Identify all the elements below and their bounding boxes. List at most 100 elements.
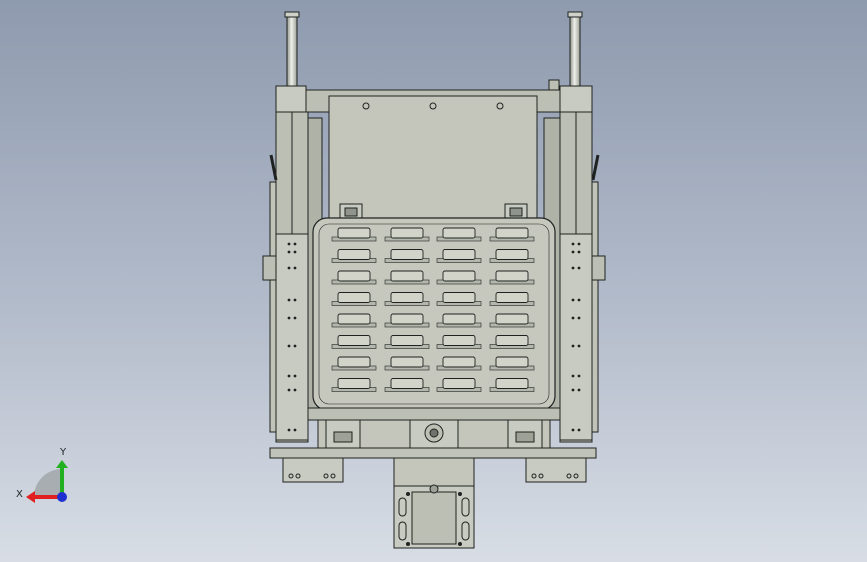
tray-slot <box>384 313 430 328</box>
carriage-bolt <box>287 266 291 270</box>
motor-bolt-br <box>458 542 462 546</box>
carriage-bolt <box>571 250 575 254</box>
carriage-bolt <box>577 266 581 270</box>
tray-slot <box>384 249 430 263</box>
carriage-bolt <box>293 316 297 320</box>
z-axis-dot <box>57 492 67 502</box>
carriage-bolt <box>571 388 575 392</box>
carriage-bolt <box>577 344 581 348</box>
tray-slot <box>436 356 482 371</box>
carriage-bolt <box>293 242 297 246</box>
carriage-bolt <box>287 250 291 254</box>
carriage-bolt <box>571 298 575 302</box>
carriage-bolt <box>577 316 581 320</box>
carriage-bolt <box>571 316 575 320</box>
carriage-bolt <box>293 250 297 254</box>
left-base-foot[interactable] <box>282 457 344 483</box>
left-handle-lever[interactable] <box>269 154 278 181</box>
tray-slot <box>384 270 430 285</box>
triad-x-label: X <box>16 489 23 500</box>
right-clamp-pad-inner <box>509 207 523 217</box>
coordinate-triad[interactable]: Y X <box>16 447 68 503</box>
carriage-bolt <box>287 428 291 432</box>
right-clamp-tab <box>591 255 606 281</box>
carriage-bolt <box>287 242 291 246</box>
carriage-bolt <box>293 266 297 270</box>
left-foot-detail <box>333 431 353 443</box>
tray-slot <box>436 292 482 306</box>
left-clamp-tab <box>262 255 277 281</box>
tray-slot <box>384 335 430 349</box>
tray-slot <box>436 270 482 285</box>
right-base-foot[interactable] <box>525 457 587 483</box>
tray-slot <box>489 270 535 285</box>
tray-slot <box>489 227 535 242</box>
left-guide-rod[interactable] <box>286 13 298 93</box>
motor-bolt-tl <box>406 492 410 496</box>
right-foot-detail <box>515 431 535 443</box>
motor-face <box>411 491 457 545</box>
tray-slot <box>489 335 535 349</box>
carriage-bolt <box>577 388 581 392</box>
tray-slot <box>331 335 377 349</box>
top-small-bracket <box>548 79 560 91</box>
carriage-bolt <box>571 266 575 270</box>
carriage-bolt <box>571 344 575 348</box>
base-plate[interactable] <box>269 447 597 459</box>
motor-bolt-tr <box>458 492 462 496</box>
triad-shadow <box>34 469 62 497</box>
left-rod-cap <box>284 11 300 18</box>
triad-y-label: Y <box>59 447 67 458</box>
carriage-bolt <box>293 388 297 392</box>
tray-slot <box>436 313 482 328</box>
tray-slot <box>331 378 377 392</box>
right-guide-rod[interactable] <box>569 13 581 93</box>
assembly-model[interactable]: Y X <box>0 0 867 562</box>
tray-slot <box>489 249 535 263</box>
tray-slot <box>384 292 430 306</box>
tray-slot <box>489 292 535 306</box>
tray-slot <box>436 227 482 242</box>
carriage-bolt <box>577 374 581 378</box>
tray-slot <box>384 356 430 371</box>
carriage-bolt <box>293 298 297 302</box>
carriage-bolt <box>571 242 575 246</box>
tray-slot <box>384 378 430 392</box>
motor-mount-plate[interactable] <box>393 457 475 489</box>
carriage-bolt <box>577 428 581 432</box>
x-axis-arrowhead <box>26 491 35 503</box>
left-outer-post <box>269 181 277 433</box>
y-axis-arrowhead <box>56 460 68 468</box>
carriage-bolt <box>571 374 575 378</box>
tray-slot <box>331 227 377 242</box>
tray-slot <box>331 292 377 306</box>
left-clamp-pad-inner <box>344 207 358 217</box>
cad-graphics-viewport[interactable]: Y X <box>0 0 867 562</box>
tray-slot <box>436 335 482 349</box>
carriage-bolt <box>287 344 291 348</box>
left-carriage-block[interactable] <box>275 233 309 441</box>
tray-slot <box>331 356 377 371</box>
carriage-bolt <box>577 298 581 302</box>
carriage-bolt <box>293 374 297 378</box>
bottom-frame-bar[interactable] <box>307 407 561 421</box>
carriage-bolt <box>293 428 297 432</box>
carriage-bolt <box>287 374 291 378</box>
tray-slot <box>489 313 535 328</box>
right-carriage-block[interactable] <box>559 233 593 441</box>
tray-slot <box>331 270 377 285</box>
carriage-bolt <box>287 298 291 302</box>
motor-bolt-bl <box>406 542 410 546</box>
tray-slot <box>331 249 377 263</box>
center-bearing-inner <box>429 428 439 438</box>
carriage-bolt <box>577 250 581 254</box>
carriage-bolt <box>571 428 575 432</box>
right-handle-lever[interactable] <box>591 154 600 181</box>
tray-slot <box>384 227 430 242</box>
carriage-bolt <box>287 388 291 392</box>
tray-slot <box>489 378 535 392</box>
carriage-bolt <box>287 316 291 320</box>
carriage-bolt <box>293 344 297 348</box>
tray-slot <box>489 356 535 371</box>
tray-slot <box>331 313 377 328</box>
